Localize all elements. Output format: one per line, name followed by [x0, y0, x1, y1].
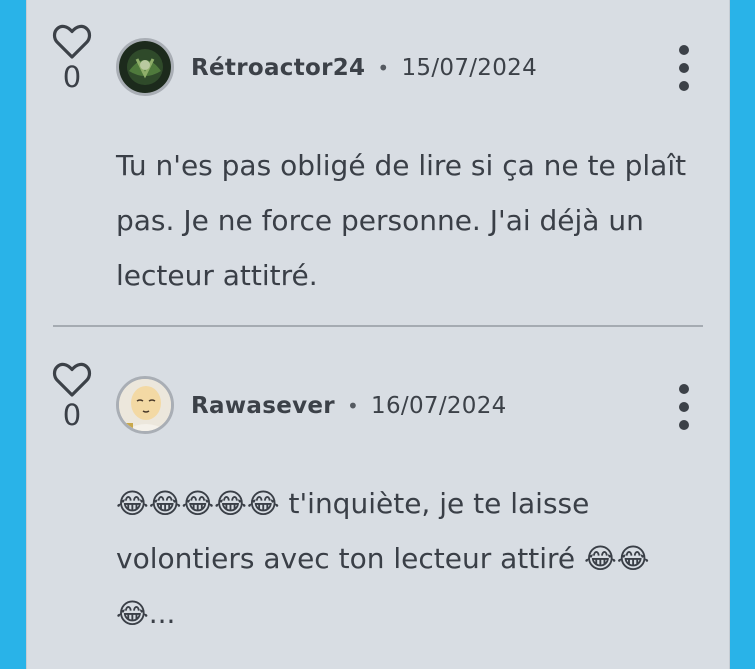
avatar-image-icon: [119, 379, 171, 431]
menu-dot: [679, 63, 689, 73]
meta-separator: •: [377, 56, 390, 80]
author-name[interactable]: Rawasever: [191, 393, 335, 419]
more-options-button[interactable]: [669, 384, 699, 430]
avatar-image-icon: [119, 41, 171, 93]
meta-separator: •: [346, 394, 360, 418]
like-control: 0: [47, 362, 97, 432]
avatar[interactable]: [116, 38, 174, 96]
menu-dot: [679, 81, 689, 91]
more-options-button[interactable]: [669, 45, 699, 91]
author-name[interactable]: Rétroactor24: [191, 55, 365, 81]
comment-meta: Rawasever • 16/07/2024: [191, 386, 507, 426]
comment-date: 15/07/2024: [401, 55, 538, 81]
like-count: 0: [62, 60, 82, 94]
heart-icon[interactable]: [52, 362, 92, 398]
menu-dot: [679, 384, 689, 394]
like-count: 0: [62, 398, 82, 432]
menu-dot: [679, 45, 689, 55]
comments-panel: 0 Rétroactor24 • 15/07/2024 Tu n'es pas …: [26, 0, 730, 669]
menu-dot: [679, 420, 689, 430]
avatar[interactable]: [116, 376, 174, 434]
comment-divider: [53, 325, 703, 327]
comment-meta: Rétroactor24 • 15/07/2024: [191, 48, 537, 88]
like-control: 0: [47, 24, 97, 94]
comment-text: Tu n'es pas obligé de lire si ça ne te p…: [116, 149, 687, 292]
menu-dot: [679, 402, 689, 412]
heart-icon[interactable]: [52, 24, 92, 60]
comment-date: 16/07/2024: [371, 393, 507, 419]
comment-text: 😂😂😂😂😂 t'inquiète, je te laisse volontier…: [116, 487, 650, 630]
